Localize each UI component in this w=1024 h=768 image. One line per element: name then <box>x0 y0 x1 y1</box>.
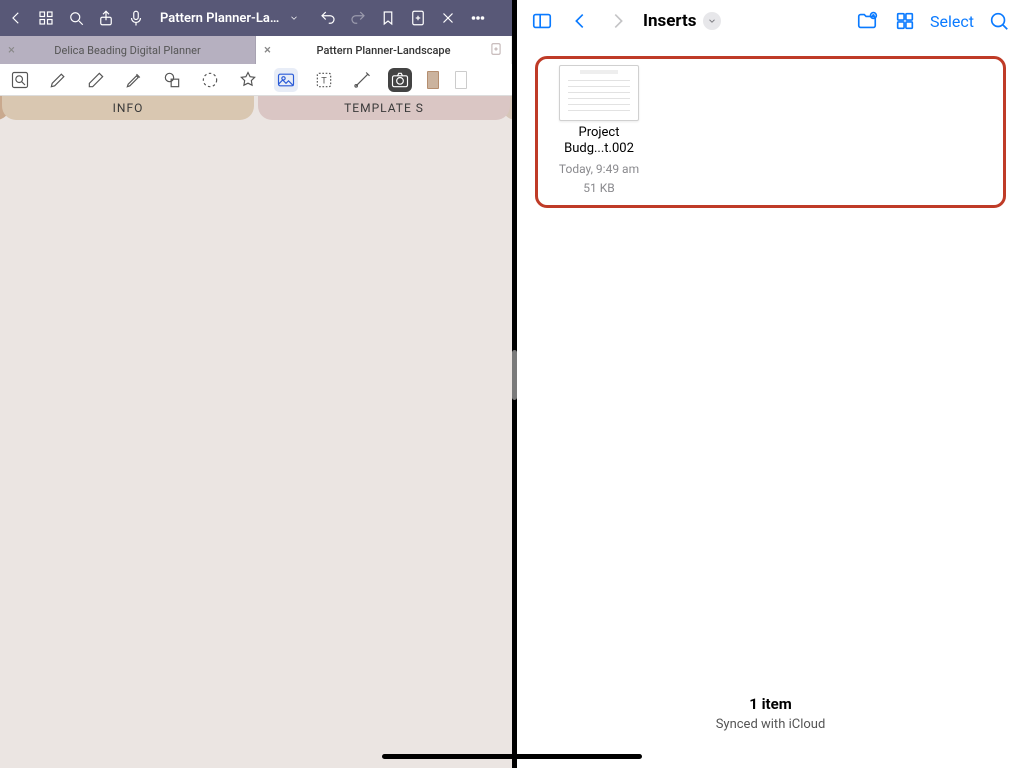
page-template-b-icon[interactable] <box>454 68 468 92</box>
files-topbar: Inserts Select <box>517 0 1024 42</box>
doc-tab-0[interactable]: × Delica Beading Digital Planner <box>0 36 256 64</box>
new-folder-icon[interactable] <box>854 8 880 34</box>
svg-text:T: T <box>321 76 327 86</box>
item-count: 1 item <box>517 695 1024 713</box>
more-icon[interactable] <box>468 8 488 28</box>
file-item[interactable]: Project Budg...t.002 Today, 9:49 am 51 K… <box>542 65 656 197</box>
shape-tool-icon[interactable] <box>160 68 184 92</box>
doc-tab-1[interactable]: × Pattern Planner-Landscape <box>256 36 512 64</box>
category-tab-info[interactable]: INFO <box>2 96 254 120</box>
grid-icon[interactable] <box>36 8 56 28</box>
view-grid-icon[interactable] <box>892 8 918 34</box>
mic-icon[interactable] <box>126 8 146 28</box>
files-grid: Project Budg...t.002 Today, 9:49 am 51 K… <box>517 42 1024 695</box>
search-icon[interactable] <box>66 8 86 28</box>
close-icon[interactable] <box>438 8 458 28</box>
goodnotes-topbar: Pattern Planner-La... <box>0 0 512 36</box>
page-template-a-icon[interactable] <box>426 68 440 92</box>
lasso-tool-icon[interactable] <box>198 68 222 92</box>
nav-back-icon[interactable] <box>567 8 593 34</box>
tab-label: Delica Beading Digital Planner <box>54 44 200 57</box>
select-button[interactable]: Select <box>930 12 974 31</box>
file-timestamp: Today, 9:49 am <box>559 162 639 178</box>
share-icon[interactable] <box>96 8 116 28</box>
zoom-tool-icon[interactable] <box>8 68 32 92</box>
eraser-tool-icon[interactable] <box>84 68 108 92</box>
chevron-down-icon <box>284 8 304 28</box>
laser-tool-icon[interactable] <box>350 68 374 92</box>
document-canvas[interactable]: INFO TEMPLATE S <box>0 96 512 768</box>
add-page-icon[interactable] <box>408 8 428 28</box>
tab-label: Pattern Planner-Landscape <box>317 44 451 57</box>
tab-close-icon[interactable]: × <box>8 43 15 58</box>
undo-icon[interactable] <box>318 8 338 28</box>
image-tool-icon[interactable] <box>274 68 298 92</box>
category-tabs: INFO TEMPLATE S <box>0 96 512 120</box>
location-title: Inserts <box>643 11 697 31</box>
file-highlight: Project Budg...t.002 Today, 9:49 am 51 K… <box>535 56 1006 208</box>
bookmark-icon[interactable] <box>378 8 398 28</box>
location-dropdown[interactable]: Inserts <box>643 11 721 31</box>
sidebar-toggle-icon[interactable] <box>529 8 555 34</box>
goodnotes-pane: Pattern Planner-La... × Delica Beading D… <box>0 0 512 768</box>
doc-tabbar: × Delica Beading Digital Planner × Patte… <box>0 36 512 64</box>
sticker-tool-icon[interactable] <box>236 68 260 92</box>
search-icon[interactable] <box>986 8 1012 34</box>
file-name: Project Budg...t.002 <box>564 125 634 158</box>
chevron-down-icon <box>703 12 721 30</box>
tab-add-page-icon[interactable] <box>489 42 503 59</box>
text-tool-icon[interactable]: T <box>312 68 336 92</box>
pen-tool-icon[interactable] <box>46 68 70 92</box>
goodnotes-toolbar: T <box>0 64 512 96</box>
back-icon[interactable] <box>6 8 26 28</box>
doc-title: Pattern Planner-La... <box>160 11 280 26</box>
doc-title-dropdown[interactable]: Pattern Planner-La... <box>160 8 304 28</box>
sync-status: Synced with iCloud <box>517 717 1024 732</box>
tab-close-icon[interactable]: × <box>264 43 271 58</box>
files-pane: Inserts Select Project <box>517 0 1024 768</box>
home-indicator[interactable] <box>382 754 642 759</box>
file-thumbnail-icon <box>559 65 639 121</box>
category-tab-templates[interactable]: TEMPLATE S <box>258 96 510 120</box>
highlighter-tool-icon[interactable] <box>122 68 146 92</box>
file-size: 51 KB <box>583 181 614 197</box>
nav-forward-icon <box>605 8 631 34</box>
redo-icon[interactable] <box>348 8 368 28</box>
camera-tool-icon[interactable] <box>388 68 412 92</box>
